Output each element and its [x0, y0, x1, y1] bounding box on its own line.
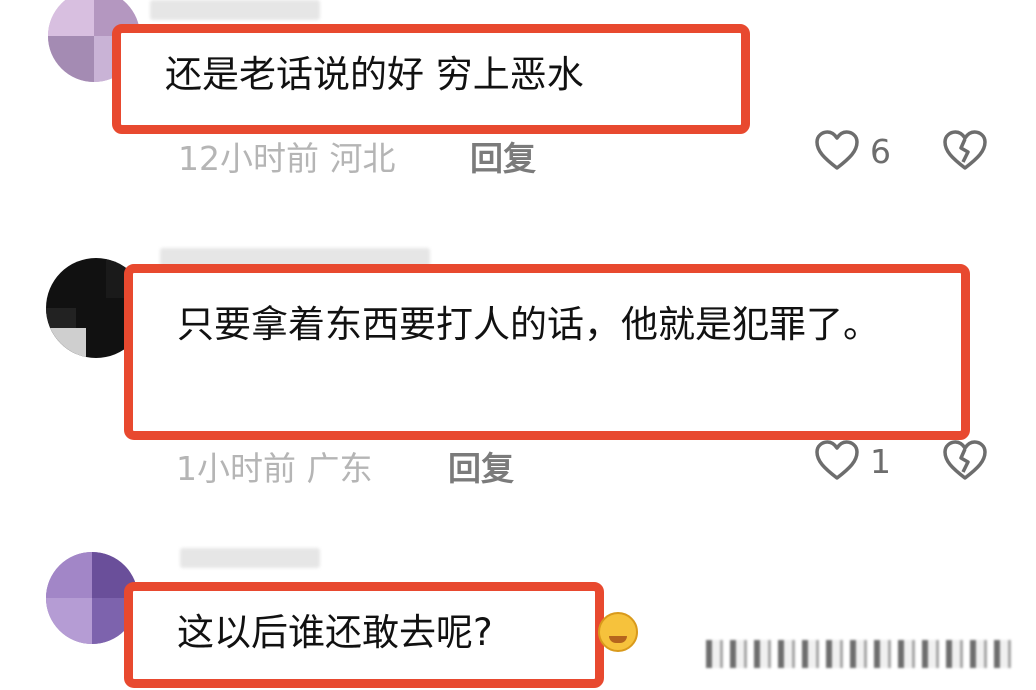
broken-heart-icon — [942, 130, 988, 172]
heart-outline-icon — [814, 440, 860, 482]
comment-thread: 还是老话说的好 穷上恶水 12小时前 河北 回复 6 只要拿着东西要打人的话，他… — [0, 0, 1036, 690]
comment-location: 河北 — [329, 139, 396, 178]
reply-button[interactable]: 回复 — [470, 132, 536, 180]
like-button[interactable]: 6 — [814, 130, 891, 172]
heart-outline-icon — [814, 130, 860, 172]
username-redacted — [150, 0, 320, 20]
username-redacted — [180, 548, 320, 568]
comment-text: 这以后谁还敢去呢? — [177, 611, 493, 654]
comment-meta: 1小时前 广东 — [176, 442, 373, 490]
comment-meta: 12小时前 河北 — [178, 132, 396, 180]
like-count: 1 — [870, 441, 891, 481]
sad-face-emoji — [598, 612, 638, 652]
watermark-redacted — [706, 640, 1016, 668]
comment-text-box: 只要拿着东西要打人的话，他就是犯罪了。 — [124, 264, 970, 440]
comment-text: 只要拿着东西要打人的话，他就是犯罪了。 — [177, 303, 880, 346]
broken-heart-icon — [942, 440, 988, 482]
like-button[interactable]: 1 — [814, 440, 891, 482]
comment-time: 1小时前 — [176, 449, 296, 488]
dislike-button[interactable] — [942, 440, 988, 482]
comment-text: 还是老话说的好 穷上恶水 — [165, 53, 584, 96]
comment-time: 12小时前 — [178, 139, 319, 178]
comment-location: 广东 — [306, 449, 373, 488]
like-count: 6 — [870, 131, 891, 171]
comment-text-box: 还是老话说的好 穷上恶水 — [112, 24, 750, 134]
dislike-button[interactable] — [942, 130, 988, 172]
comment-text-box: 这以后谁还敢去呢? — [124, 582, 604, 688]
reply-button[interactable]: 回复 — [448, 442, 514, 490]
